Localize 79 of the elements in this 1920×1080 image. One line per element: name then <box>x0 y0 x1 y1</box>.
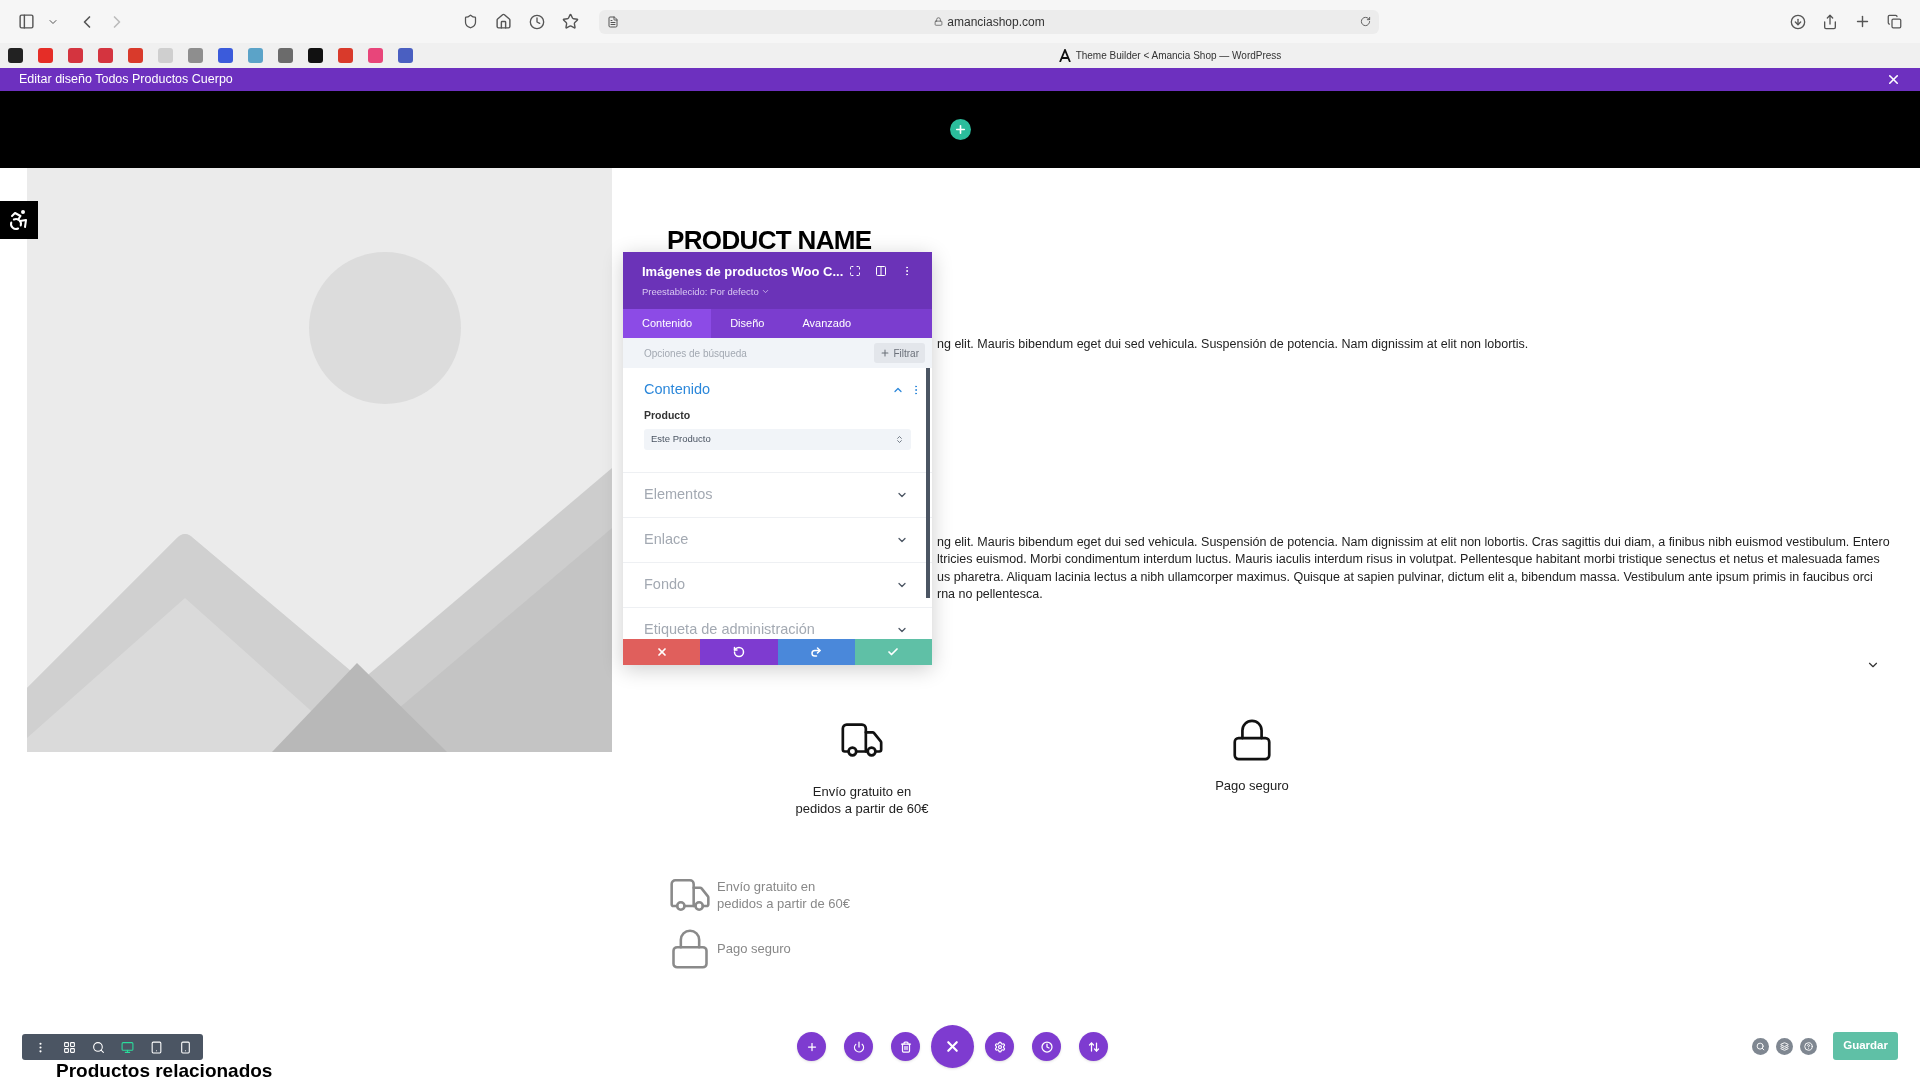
panel-title: Imágenes de productos Woo C... <box>642 263 845 281</box>
close-icon <box>655 646 668 658</box>
grid-icon <box>62 1040 76 1054</box>
panel-tab[interactable]: Avanzado <box>783 309 871 338</box>
split-view-icon[interactable] <box>875 265 887 277</box>
history-button[interactable] <box>1032 1032 1061 1061</box>
sort-button[interactable] <box>1079 1032 1108 1061</box>
feature-text: Envío gratuito en pedidos a partir de 60€ <box>795 782 929 817</box>
star-icon[interactable] <box>562 13 579 30</box>
desktop-icon <box>120 1040 134 1054</box>
close-icon <box>1886 72 1901 87</box>
add-button[interactable] <box>797 1032 826 1061</box>
section-header[interactable]: Enlace <box>623 517 932 562</box>
home-icon[interactable] <box>495 13 512 30</box>
settings-button[interactable] <box>985 1032 1014 1061</box>
feature-text: Pago seguro <box>1215 776 1289 794</box>
bookmark-icon[interactable] <box>8 48 23 63</box>
close-icon <box>944 1038 961 1055</box>
page-icon <box>607 15 619 28</box>
new-tab-icon[interactable] <box>1854 13 1871 30</box>
checkmark-icon <box>887 646 900 658</box>
url-text: amanciashop.com <box>947 13 1045 31</box>
layers-icon <box>1780 1041 1790 1051</box>
site-logo-icon <box>1058 49 1071 62</box>
section-header[interactable]: Etiqueta de administración <box>623 607 932 639</box>
search-button[interactable] <box>1752 1037 1770 1055</box>
search-icon <box>91 1040 105 1054</box>
plus-icon <box>880 348 891 358</box>
related-products-heading: Productos relacionados <box>56 1060 273 1080</box>
product-select[interactable]: Este Producto <box>644 428 911 450</box>
close-button[interactable] <box>1886 72 1901 87</box>
feature-text: Pago seguro <box>717 940 791 958</box>
share-icon[interactable] <box>1822 13 1838 30</box>
redo-icon <box>810 646 823 658</box>
product-description: ng elit. Mauris bibendum eget dui sed vehicula. Suspensión de potencia. Nam dignissim at elit non lobortis. Cras sagittis dui diam, a finibus nibh euismod vestibulum. Entero ltricies euismod. Morbi condimentum interdum luctus. Mauris iaculis interdum risus in volutpat. Pellentesque habitant morbi tristique senectus et netus et malesuada fames us pharetra. Aliquam lacinia lectus a nibh ullamcorper maximus. Quisque at sapien pulvinar, dictum elit a, bibendum massa. Vestibulum ante ipsum primis in faucibus orci rna no pellentesca. <box>937 533 1890 604</box>
save-button[interactable]: Guardar <box>1833 1032 1898 1060</box>
feature-text: Envío gratuito en pedidos a partir de 60€ <box>717 877 850 912</box>
product-title: PRODUCT NAME <box>667 226 873 254</box>
short-description: ng elit. Mauris bibendum eget dui sed vehicula. Suspensión de potencia. Nam dignissim at elit non lobortis. <box>937 336 1530 353</box>
search-bar[interactable]: Opciones de búsqueda Filtrar <box>623 338 932 368</box>
shield-icon[interactable] <box>463 14 478 29</box>
download-icon[interactable] <box>1790 13 1806 30</box>
tablet-icon <box>149 1040 163 1054</box>
panel-tab[interactable]: Contenido <box>623 309 712 338</box>
trash-icon <box>899 1040 912 1053</box>
search-icon <box>1756 1041 1766 1051</box>
address-bar[interactable]: amanciashop.com <box>599 9 1379 34</box>
phone-icon <box>178 1040 192 1054</box>
panel-tab[interactable]: Diseño <box>711 309 784 338</box>
accessibility-button[interactable] <box>0 201 38 239</box>
add-section-button[interactable] <box>949 119 971 140</box>
plus-icon <box>953 123 967 136</box>
clock-icon <box>1040 1040 1053 1053</box>
tabs-icon[interactable] <box>1887 14 1902 29</box>
undo-icon <box>732 646 745 658</box>
up-down-caret-icon <box>895 434 904 444</box>
edit-bar-title: Editar diseño Todos Productos Cuerpo <box>19 71 233 89</box>
power-icon <box>852 1040 865 1053</box>
undo-button[interactable] <box>700 639 778 665</box>
sidebar-icon[interactable] <box>18 13 35 30</box>
bookmark-icon[interactable] <box>308 48 323 63</box>
settings-icon <box>993 1040 1006 1053</box>
fullscreen-icon[interactable] <box>849 265 861 277</box>
delete-button[interactable] <box>891 1032 920 1061</box>
tab-title[interactable]: Theme Builder < Amancia Shop — WordPress <box>1075 48 1282 63</box>
reload-icon[interactable] <box>1360 16 1371 27</box>
up-down-arrows-icon <box>1087 1040 1100 1053</box>
power-button[interactable] <box>844 1032 873 1061</box>
help-icon <box>1804 1041 1814 1051</box>
filter-button[interactable]: Filtrar <box>874 343 925 363</box>
section-header[interactable]: Elementos <box>623 472 932 517</box>
help-button[interactable] <box>1800 1037 1818 1055</box>
layers-button[interactable] <box>1776 1037 1794 1055</box>
section-header[interactable]: Fondo <box>623 562 932 607</box>
preset-label[interactable]: Preestablecido: Por defecto <box>642 284 759 299</box>
lock-icon <box>934 17 944 26</box>
plus-icon <box>805 1040 818 1053</box>
history-icon[interactable] <box>529 13 545 30</box>
close-button[interactable] <box>931 1025 974 1068</box>
